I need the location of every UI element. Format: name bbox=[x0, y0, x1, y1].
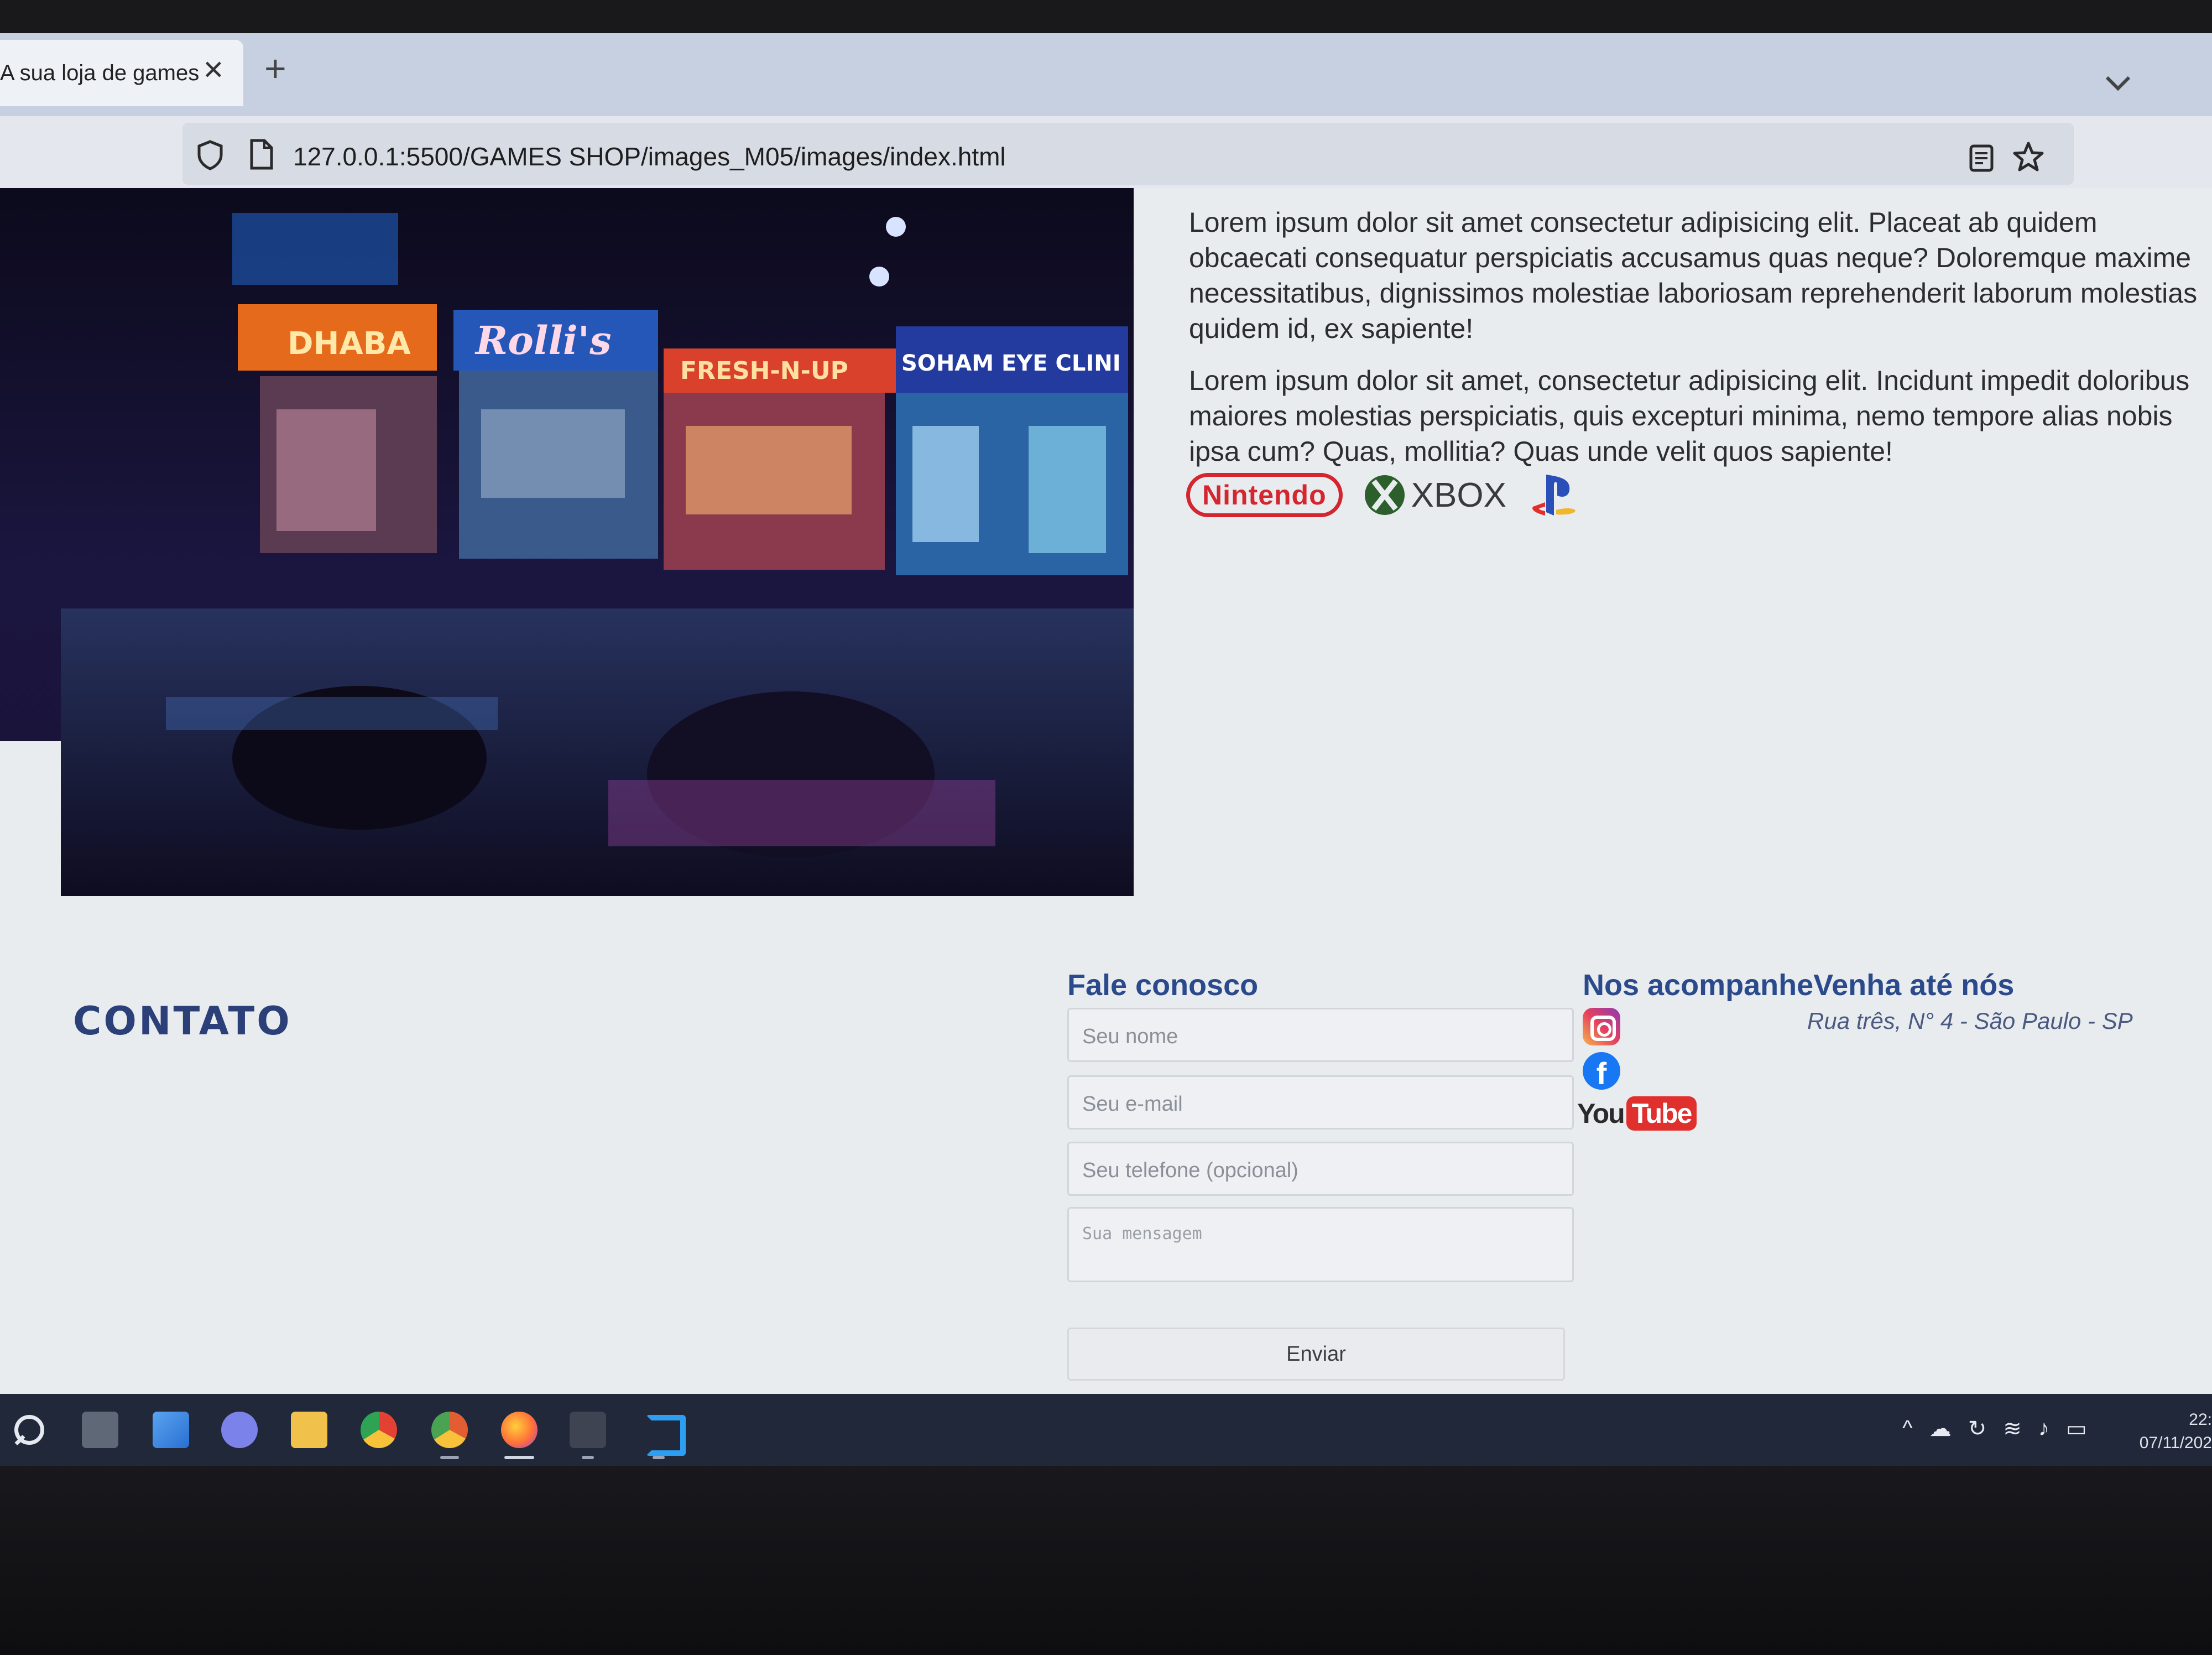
navigation-bar: 127.0.0.1:5500/GAMES SHOP/images_M05/ima… bbox=[0, 116, 2212, 188]
close-tab-icon[interactable]: ✕ bbox=[202, 58, 225, 84]
task-view-icon[interactable] bbox=[82, 1412, 118, 1448]
hero-sign-3: FRESH-N-UP bbox=[680, 357, 848, 385]
wifi-icon[interactable]: ≋ bbox=[2003, 1416, 2022, 1441]
system-tray: ^ ☁ ↻ ≋ ♪ ▭ bbox=[1902, 1416, 2087, 1441]
active-indicator bbox=[504, 1456, 534, 1459]
hero-sign-2: Rolli's bbox=[474, 318, 611, 363]
screen-bezel-top bbox=[0, 0, 2212, 33]
submit-button[interactable]: Enviar bbox=[1067, 1328, 1565, 1381]
chrome-icon[interactable] bbox=[361, 1412, 397, 1448]
chevron-down-icon[interactable] bbox=[2101, 72, 2135, 94]
social-section-title: Nos acompanheVenha até nós bbox=[1583, 969, 2015, 1002]
hero-sign-1: DHABA bbox=[288, 326, 411, 362]
taskbar-clock[interactable]: 22: 07/11/202 bbox=[2135, 1408, 2212, 1455]
bookmark-star-icon[interactable] bbox=[2012, 140, 2045, 174]
address-bar[interactable]: 127.0.0.1:5500/GAMES SHOP/images_M05/ima… bbox=[182, 123, 2074, 185]
running-indicator bbox=[440, 1456, 459, 1459]
chevron-up-icon[interactable]: ^ bbox=[1902, 1416, 1913, 1441]
terminal-icon[interactable] bbox=[570, 1412, 606, 1448]
console-brands: Nintendo XBOX bbox=[1186, 470, 1578, 520]
xbox-label: XBOX bbox=[1411, 476, 1506, 514]
url-text[interactable]: 127.0.0.1:5500/GAMES SHOP/images_M05/ima… bbox=[293, 142, 1006, 171]
intro-text: Lorem ipsum dolor sit amet consectetur a… bbox=[1189, 205, 2212, 486]
xbox-icon bbox=[1364, 475, 1405, 515]
reader-view-icon[interactable] bbox=[1969, 144, 1994, 173]
tab-strip: A sua loja de games ✕ + bbox=[0, 33, 2212, 116]
facebook-icon[interactable]: f bbox=[1583, 1052, 1620, 1090]
clock-time: 22: bbox=[2189, 1411, 2212, 1429]
store-address: Rua três, N° 4 - São Paulo - SP bbox=[1807, 1008, 2133, 1034]
battery-icon[interactable]: ▭ bbox=[2066, 1416, 2087, 1441]
hero-sign-4: SOHAM EYE CLINI bbox=[901, 351, 1121, 376]
firefox-icon[interactable] bbox=[501, 1412, 538, 1448]
intro-paragraph: Lorem ipsum dolor sit amet consectetur a… bbox=[1189, 207, 2198, 344]
volume-icon[interactable]: ♪ bbox=[2038, 1416, 2049, 1441]
monitor-screen: A sua loja de games ✕ + 127.0.0.1:5500/G… bbox=[0, 33, 2212, 1466]
windows-taskbar: ^ ☁ ↻ ≋ ♪ ▭ 22: 07/11/202 bbox=[0, 1394, 2212, 1466]
hero-image: DHABA Rolli's FRESH-N-UP SOHAM EYE CLINI bbox=[0, 188, 1134, 896]
page-icon[interactable] bbox=[249, 138, 274, 170]
page-viewport: DHABA Rolli's FRESH-N-UP SOHAM EYE CLINI… bbox=[0, 188, 2212, 1394]
running-indicator bbox=[653, 1456, 665, 1459]
screen-bezel-bottom bbox=[0, 1466, 2212, 1655]
chat-icon[interactable] bbox=[221, 1412, 258, 1448]
message-textarea[interactable]: Sua mensagem bbox=[1067, 1207, 1574, 1282]
file-explorer-icon[interactable] bbox=[291, 1412, 327, 1448]
new-tab-icon[interactable]: + bbox=[264, 50, 286, 87]
phone-input[interactable]: Seu telefone (opcional) bbox=[1067, 1142, 1574, 1196]
clock-date: 07/11/202 bbox=[2139, 1434, 2212, 1452]
youtube-you-text: You bbox=[1577, 1098, 1625, 1129]
search-icon[interactable] bbox=[11, 1412, 48, 1448]
youtube-icon[interactable]: You Tube bbox=[1577, 1096, 1697, 1131]
store-icon[interactable] bbox=[153, 1412, 189, 1448]
intro-paragraph: Lorem ipsum dolor sit amet, consectetur … bbox=[1189, 365, 2190, 467]
vscode-icon[interactable] bbox=[641, 1412, 686, 1456]
contact-section-title: CONTATO bbox=[73, 998, 292, 1044]
browser-tab[interactable]: A sua loja de games ✕ bbox=[0, 40, 243, 106]
tab-title: A sua loja de games bbox=[0, 60, 200, 85]
instagram-icon[interactable] bbox=[1583, 1008, 1620, 1045]
sync-icon[interactable]: ↻ bbox=[1968, 1416, 1987, 1441]
shield-icon[interactable] bbox=[196, 139, 225, 170]
xbox-logo: XBOX bbox=[1364, 475, 1506, 515]
name-input[interactable]: Seu nome bbox=[1067, 1008, 1574, 1062]
cloud-icon[interactable]: ☁ bbox=[1929, 1416, 1952, 1441]
chrome-profile-icon[interactable] bbox=[431, 1412, 468, 1448]
contact-form-title: Fale conosco bbox=[1067, 969, 1259, 1002]
playstation-icon bbox=[1532, 475, 1575, 516]
email-input[interactable]: Seu e-mail bbox=[1067, 1075, 1574, 1130]
youtube-tube-text: Tube bbox=[1626, 1096, 1697, 1131]
running-indicator bbox=[582, 1456, 594, 1459]
nintendo-logo: Nintendo bbox=[1186, 473, 1343, 517]
